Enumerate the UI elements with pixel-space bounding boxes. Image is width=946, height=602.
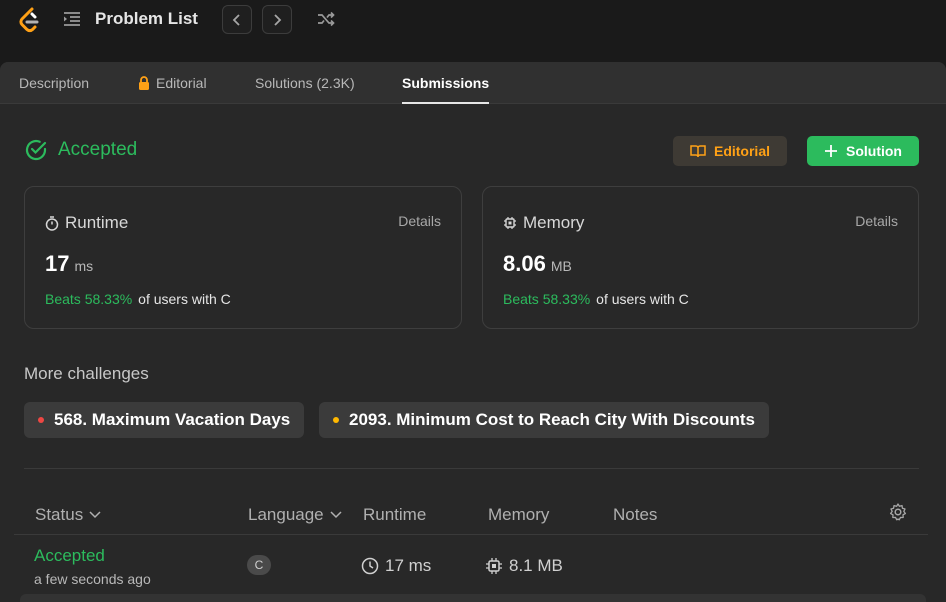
next-problem-button[interactable] — [262, 5, 292, 34]
tab-bar: Description Editorial Solutions (2.3K) S… — [0, 62, 946, 104]
stopwatch-icon — [45, 215, 59, 231]
runtime-title-label: Runtime — [65, 213, 129, 232]
language-column-header[interactable]: Language — [248, 505, 342, 525]
row-status-accepted[interactable]: Accepted — [34, 546, 105, 566]
tab-editorial[interactable]: Editorial — [138, 75, 207, 104]
top-bar: Problem List — [0, 0, 946, 52]
chevron-down-icon — [89, 511, 101, 519]
solution-button-label: Solution — [846, 143, 902, 159]
memory-card[interactable]: Memory Details 8.06 MB Beats 58.33% of use… — [482, 186, 919, 329]
memory-card-title: Memory — [503, 213, 584, 233]
runtime-number: 17 — [45, 251, 70, 276]
tab-editorial-label: Editorial — [156, 75, 207, 91]
difficulty-dot-icon — [38, 417, 44, 423]
runtime-details-link[interactable]: Details — [398, 213, 441, 229]
runtime-beats: Beats 58.33% of users with C — [45, 291, 231, 307]
status-header-label: Status — [35, 505, 84, 524]
lock-icon — [139, 76, 149, 90]
row-runtime: 17 ms — [361, 556, 431, 576]
clock-icon — [361, 557, 379, 575]
challenge-chip[interactable]: 568. Maximum Vacation Days — [24, 402, 305, 438]
check-circle-icon — [25, 139, 47, 161]
memory-column-header: Memory — [488, 505, 550, 524]
notes-column-header: Notes — [613, 505, 658, 524]
plus-icon — [825, 145, 837, 157]
submission-panel: Description Editorial Solutions (2.3K) S… — [0, 62, 946, 602]
memory-number: 8.06 — [503, 251, 546, 276]
solution-button[interactable]: Solution — [807, 136, 919, 166]
chip-icon — [504, 217, 516, 229]
chevron-left-icon — [232, 13, 240, 26]
chip-icon — [486, 558, 502, 574]
memory-unit: MB — [550, 258, 572, 274]
language-badge: C — [247, 555, 271, 575]
tab-submissions[interactable]: Submissions — [402, 75, 490, 104]
challenge-chip[interactable]: 2093. Minimum Cost to Reach City With Di… — [319, 402, 770, 438]
result-status-label: Accepted — [58, 139, 138, 160]
table-header-divider — [14, 534, 928, 535]
runtime-unit: ms — [74, 258, 94, 274]
difficulty-dot-icon — [333, 417, 339, 423]
memory-beats-suffix: of users with C — [596, 291, 689, 307]
problem-list-icon[interactable] — [62, 9, 82, 29]
book-icon — [690, 145, 706, 158]
next-row-edge — [20, 594, 926, 602]
editorial-button-label: Editorial — [713, 143, 770, 159]
runtime-beats-suffix: of users with C — [138, 291, 231, 307]
row-memory-value: 8.1 MB — [509, 556, 563, 575]
shuffle-icon[interactable] — [316, 9, 336, 29]
problem-list-link[interactable]: Problem List — [95, 9, 198, 29]
leetcode-logo-icon[interactable] — [16, 6, 42, 34]
tab-solutions[interactable]: Solutions (2.3K) — [255, 75, 355, 104]
more-challenges-heading: More challenges — [24, 364, 149, 383]
challenge-chip-label: 2093. Minimum Cost to Reach City With Di… — [349, 410, 756, 429]
chevron-down-icon — [330, 511, 342, 519]
row-timestamp: a few seconds ago — [34, 571, 151, 587]
prev-problem-button[interactable] — [222, 5, 252, 34]
language-header-label: Language — [248, 505, 324, 524]
memory-details-link[interactable]: Details — [855, 213, 898, 229]
chevron-right-icon — [274, 13, 282, 26]
memory-value: 8.06 MB — [503, 251, 572, 277]
runtime-column-header: Runtime — [363, 505, 427, 524]
memory-title-label: Memory — [523, 213, 585, 232]
editorial-button[interactable]: Editorial — [673, 136, 787, 166]
section-divider — [24, 468, 919, 469]
gear-icon[interactable] — [888, 502, 908, 522]
memory-beats: Beats 58.33% of users with C — [503, 291, 689, 307]
row-memory: 8.1 MB — [485, 556, 563, 576]
runtime-value: 17 ms — [45, 251, 93, 277]
memory-beats-percent: Beats 58.33% — [503, 291, 591, 307]
runtime-card-title: Runtime — [45, 213, 128, 233]
row-runtime-value: 17 ms — [385, 556, 432, 575]
result-status: Accepted — [24, 138, 137, 162]
tab-description[interactable]: Description — [19, 75, 89, 104]
status-column-header[interactable]: Status — [35, 505, 101, 525]
challenge-chip-label: 568. Maximum Vacation Days — [54, 410, 291, 429]
runtime-card[interactable]: Runtime Details 17 ms Beats 58.33% of user… — [24, 186, 462, 329]
runtime-beats-percent: Beats 58.33% — [45, 291, 133, 307]
